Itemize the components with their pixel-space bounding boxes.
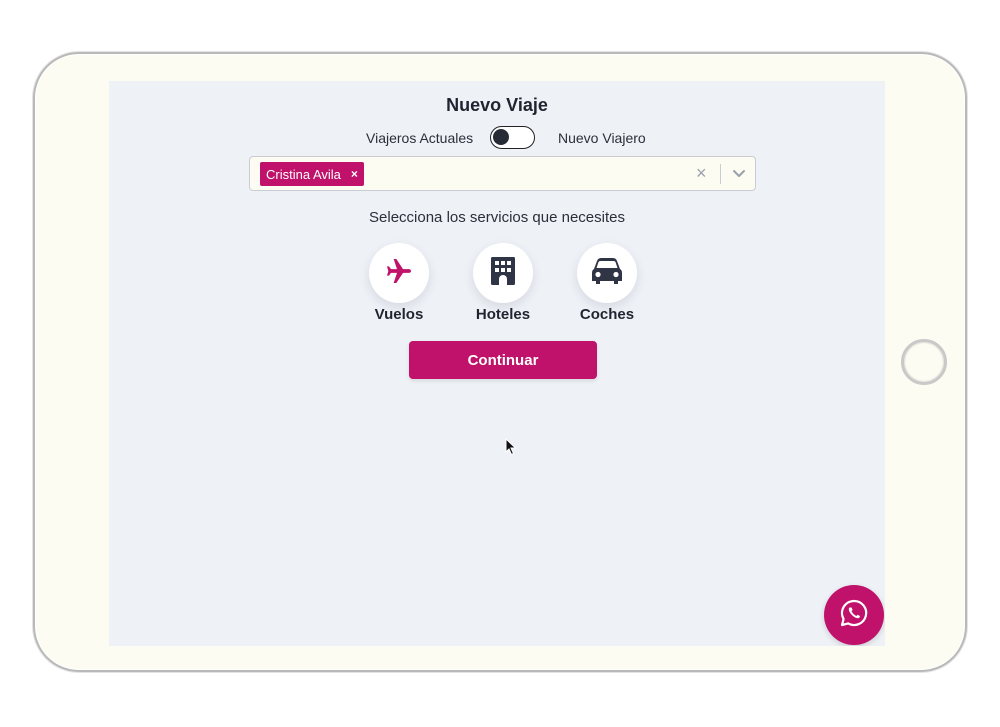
service-cars-label: Coches	[579, 306, 635, 323]
clear-selection-icon[interactable]: ×	[696, 163, 707, 184]
service-flights-circle[interactable]	[369, 243, 429, 303]
service-cars[interactable]: Coches	[562, 243, 652, 323]
selected-traveler-chip: Cristina Avila ×	[260, 162, 364, 186]
chevron-down-icon[interactable]	[731, 165, 747, 186]
service-hotels-label: Hoteles	[475, 306, 531, 323]
traveler-toggle-row: Viajeros Actuales Nuevo Viajero	[109, 125, 885, 151]
toggle-label-current-travelers: Viajeros Actuales	[366, 130, 474, 146]
whatsapp-button[interactable]	[824, 585, 884, 645]
hotel-icon	[488, 255, 518, 292]
service-flights-label: Vuelos	[374, 306, 424, 323]
whatsapp-icon	[838, 597, 870, 634]
page-title: Nuevo Viaje	[446, 95, 548, 115]
select-separator	[720, 164, 721, 184]
toggle-knob	[493, 129, 509, 145]
toggle-label-new-traveler: Nuevo Viajero	[558, 130, 646, 146]
chip-remove-button[interactable]: ×	[351, 167, 358, 181]
services-prompt: Selecciona los servicios que necesites	[369, 209, 625, 226]
service-hotels[interactable]: Hoteles	[458, 243, 548, 323]
service-cars-circle[interactable]	[577, 243, 637, 303]
plane-icon	[383, 255, 415, 292]
chip-label: Cristina Avila	[266, 166, 341, 182]
tablet-home-button[interactable]	[901, 339, 947, 385]
car-icon	[590, 256, 624, 291]
continue-button[interactable]: Continuar	[409, 341, 597, 379]
mouse-cursor-icon	[505, 437, 517, 461]
traveler-type-toggle[interactable]	[490, 126, 535, 149]
service-flights[interactable]: Vuelos	[354, 243, 444, 323]
service-hotels-circle[interactable]	[473, 243, 533, 303]
app-screen: Nuevo Viaje Viajeros Actuales Nuevo Viaj…	[109, 81, 885, 646]
traveler-select[interactable]: Cristina Avila × ×	[249, 156, 756, 191]
